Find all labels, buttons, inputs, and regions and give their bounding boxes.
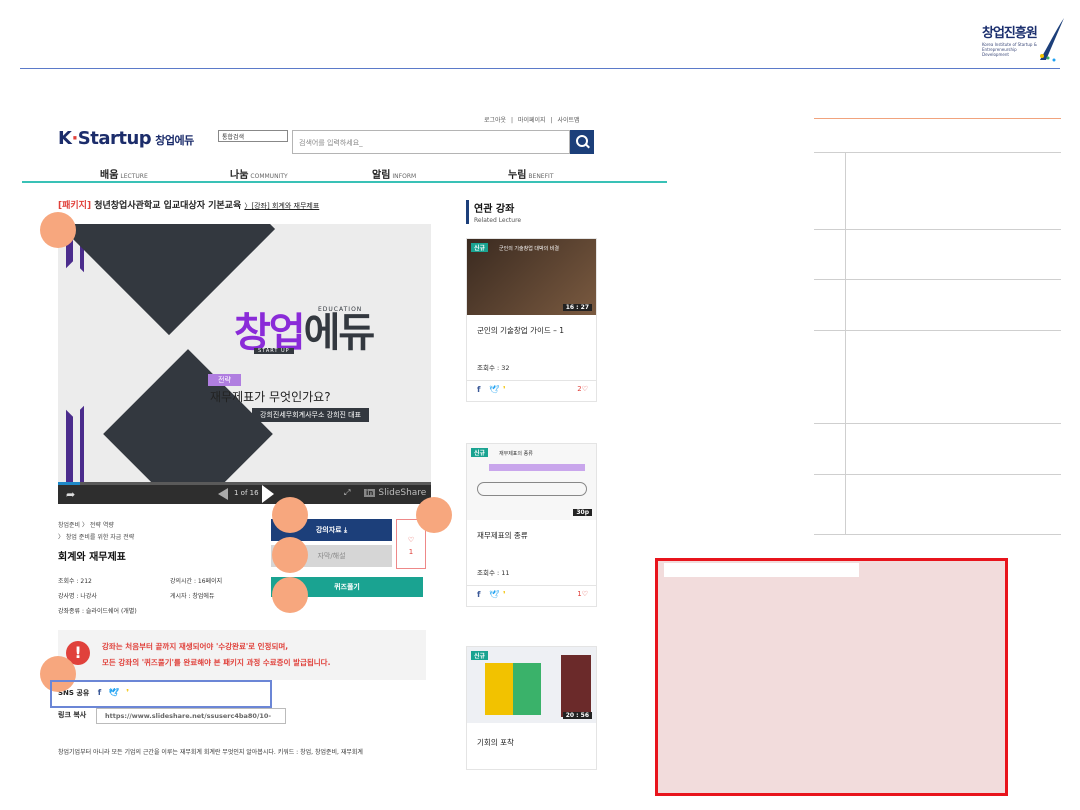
slideshare-logo[interactable]: in SlideShare	[364, 488, 426, 498]
next-slide-icon[interactable]	[262, 485, 274, 503]
sitemap-link[interactable]: 사이트맵	[557, 117, 579, 124]
callout-marker-slide	[40, 212, 76, 248]
slide-title: 재무제표가 무엇인가요?	[210, 390, 331, 404]
related-card[interactable]: 신규 20 : 56 기회의 포착	[466, 646, 597, 770]
facebook-icon[interactable]: f	[477, 590, 480, 599]
nav-community[interactable]: 나눔 COMMUNITY	[230, 166, 288, 181]
card-likes[interactable]: 1♡	[577, 590, 588, 598]
progress-bar[interactable]	[58, 482, 431, 485]
utility-links: 로그아웃 | 마이페이지 | 사이트맵	[484, 117, 580, 124]
page-indicator: 1 of 16	[234, 489, 259, 497]
card-title: 기회의 포착	[477, 738, 514, 747]
card-thumbnail: 신규 20 : 56	[467, 647, 596, 723]
slide-viewer[interactable]: 창업에듀 EDUCATION START UP 전략 재무제표가 무엇인가요? …	[58, 224, 431, 482]
views-count: 조회수 : 212	[58, 578, 92, 585]
breadcrumb: [패키지] 청년창업사관학교 입교대상자 기본교육 〉[강좌] 회계와 재무제표	[58, 201, 320, 211]
org-logo: 창업진흥원 Korea Institute of Startup & Entre…	[976, 16, 1068, 66]
lecture-description: 창업기업부터 아니라 모든 기업의 근간을 이루는 재무회계 회계란 무엇인지 …	[58, 749, 363, 756]
callout-marker-like	[416, 497, 452, 533]
nav-inform[interactable]: 알림 INFORM	[372, 166, 416, 181]
link-copy-label: 링크 복사	[58, 711, 87, 719]
related-header: 연관 강좌 Related Lecture	[466, 200, 521, 224]
right-table-divider	[845, 152, 846, 534]
lecture-title: 회계와 재무제표	[58, 552, 126, 563]
poster-name: 게시자 : 창업에듀	[170, 593, 215, 600]
org-logo-name: 창업진흥원	[982, 26, 1038, 41]
card-title: 재무제표의 종류	[477, 531, 528, 540]
card-title: 군인의 기술창업 가이드 – 1	[477, 326, 565, 335]
completion-notice: ! 강좌는 처음부터 끝까지 재생되어야 '수강완료'로 인정되며, 모든 강좌…	[58, 630, 426, 680]
kakaostory-icon[interactable]: ❜	[503, 590, 506, 599]
lecture-type: 강좌종류 : 슬라이드쉐어 (개별)	[58, 608, 137, 615]
nav-underline	[22, 181, 667, 183]
card-thumbnail: 신규 재무제표의 종류 30p	[467, 444, 596, 520]
kstartup-logo[interactable]: K·Startup 창업에듀	[58, 128, 194, 149]
twitter-icon[interactable]: 🕊	[489, 590, 499, 599]
prev-slide-icon[interactable]	[218, 488, 228, 500]
facebook-icon[interactable]: f	[477, 385, 480, 394]
nav-benefit[interactable]: 누림 BENEFIT	[508, 166, 553, 181]
card-views: 조회수 : 11	[477, 569, 510, 577]
callout-marker-download	[272, 497, 308, 533]
callout-marker-quiz	[272, 577, 308, 613]
logout-link[interactable]: 로그아웃	[484, 117, 506, 124]
instructor-name: 강사명 : 나강사	[58, 593, 97, 600]
lecture-time: 강의시간 : 16페이지	[170, 578, 223, 585]
related-card[interactable]: 신규 재무제표의 종류 30p 재무제표의 종류 조회수 : 11 f 🕊 ❜ …	[466, 443, 597, 607]
fullscreen-icon[interactable]: ⤢	[344, 488, 350, 498]
card-views: 조회수 : 32	[477, 364, 510, 372]
card-thumbnail: 신규 군인의 기술창업 대박의 비결 16 : 27	[467, 239, 596, 315]
slide-decoration	[103, 349, 273, 482]
related-card[interactable]: 신규 군인의 기술창업 대박의 비결 16 : 27 군인의 기술창업 가이드 …	[466, 238, 597, 402]
like-count: 1	[408, 548, 414, 556]
org-logo-subtitle: Korea Institute of Startup & Entrepreneu…	[982, 42, 1037, 57]
kakaostory-icon[interactable]: ❜	[503, 385, 506, 394]
search-input[interactable]: 검색어를 입력하세요_	[292, 130, 570, 154]
top-divider	[20, 68, 1060, 69]
lecture-link[interactable]: [강좌] 회계와 재무제표	[251, 202, 319, 210]
link-copy-field[interactable]: https://www.slideshare.net/ssuserc4ba80/…	[96, 708, 286, 724]
swoosh-icon	[1040, 18, 1064, 62]
slide-player-bar: ➦ 1 of 16 ⤢ in SlideShare	[58, 482, 431, 504]
slide-category-pill: 전략	[208, 374, 241, 386]
description-callout-box	[655, 558, 1008, 796]
search-category-select[interactable]: 통합검색	[218, 130, 288, 142]
mypage-link[interactable]: 마이페이지	[518, 117, 546, 124]
sns-highlight-frame	[50, 680, 272, 708]
lecture-info: 창업준비 〉 전략 역량 〉 창업 준비를 위한 자금 전략 회계와 재무제표	[58, 522, 135, 563]
twitter-icon[interactable]: 🕊	[489, 385, 499, 394]
right-panel-top-rule	[814, 118, 1061, 119]
heart-icon: ♡	[407, 536, 415, 544]
card-likes[interactable]: 2♡	[577, 385, 588, 393]
share-icon[interactable]: ➦	[66, 488, 75, 501]
nav-lecture[interactable]: 배움 LECTURE	[100, 166, 148, 181]
search-icon[interactable]	[570, 130, 594, 154]
website-screenshot: 로그아웃 | 마이페이지 | 사이트맵 K·Startup 창업에듀 통합검색 검…	[22, 110, 667, 770]
callout-marker-subtitle	[272, 537, 308, 573]
slide-speaker: 강희진세무회계사무소 강희진 대표	[252, 408, 370, 422]
